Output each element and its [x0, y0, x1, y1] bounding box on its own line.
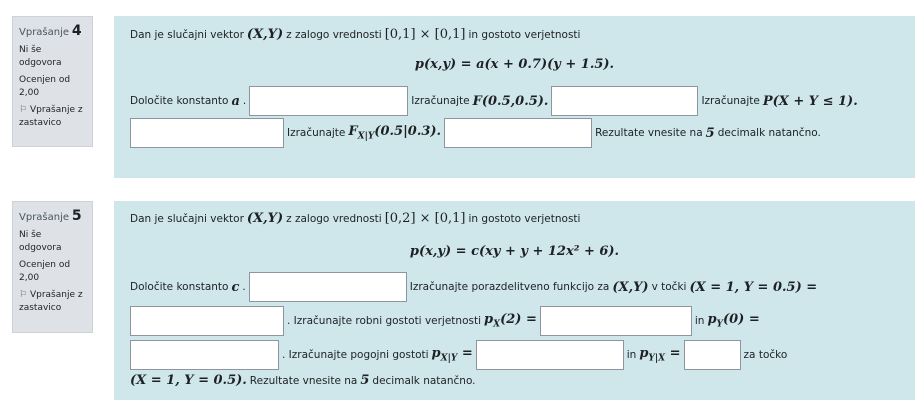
answer-P-input[interactable] — [130, 118, 284, 148]
question-text-5: Dan je slučajni vektor (X,Y) z zalogo vred… — [114, 201, 915, 400]
text: Izračunajte — [411, 95, 470, 107]
math-sub: X|Y — [440, 353, 458, 364]
answer-c-input[interactable] — [248, 272, 407, 302]
text: Izračunajte porazdelitveno funkcijo za — [409, 281, 610, 293]
text: in — [694, 315, 705, 327]
question-grade: Ocenjen od 2,00 — [19, 75, 71, 98]
question-status: Ni še odgovora — [19, 45, 62, 68]
math: = — [669, 346, 681, 362]
formula: p(x,y) = c(xy + y + 12x² + 6). — [409, 244, 620, 259]
text: . Izračunajte pogojni gostoti — [282, 349, 429, 361]
math: (0.5|0.3). — [374, 124, 442, 140]
text: in — [626, 349, 637, 361]
answer-pX-input[interactable] — [539, 306, 692, 336]
text: z zalogo vrednosti — [286, 212, 382, 225]
formula: p(x,y) = a(x + 0.7)(y + 1.5). — [414, 57, 615, 72]
text: Dan je slučajni vektor — [130, 28, 244, 41]
math-sub: Y|X — [648, 353, 666, 364]
text: z zalogo vrednosti — [286, 28, 382, 41]
math: (X = 1, Y = 0.5). — [130, 373, 247, 388]
answer-pXY-input[interactable] — [475, 340, 624, 370]
flag-question-link[interactable]: ⚐ Vprašanje z zastavico — [19, 104, 86, 130]
math: F — [348, 124, 358, 140]
text: za točko — [743, 349, 788, 361]
text: Izračunajte — [701, 95, 760, 107]
text: v točki — [651, 281, 687, 293]
answer-pYX-input[interactable] — [683, 340, 741, 370]
question-label: Vprašanje — [19, 27, 70, 38]
flag-icon: ⚐ — [19, 290, 28, 300]
math: (2) = — [500, 312, 537, 328]
question-label: Vprašanje — [19, 212, 70, 223]
answer-F-input[interactable] — [551, 86, 699, 116]
answer-a-input[interactable] — [249, 86, 409, 116]
math-sub: X|Y — [357, 131, 375, 142]
question-status: Ni še odgovora — [19, 230, 62, 253]
math: 5 — [705, 125, 715, 141]
math: = — [461, 346, 473, 362]
math: (X,Y) — [612, 279, 649, 295]
math: (X,Y) — [246, 211, 284, 226]
question-number: 4 — [71, 23, 82, 39]
answer-F-input[interactable] — [130, 306, 284, 336]
math: (X = 1, Y = 0.5) = — [689, 279, 818, 295]
math: c — [231, 279, 240, 295]
text: Izračunajte — [287, 127, 346, 139]
math: (0) = — [722, 312, 760, 328]
text: decimalk natančno. — [372, 374, 476, 387]
text: Določite konstanto — [130, 281, 229, 293]
math: FX|Y(0.5|0.3). — [348, 124, 441, 142]
math: 5 — [360, 373, 370, 388]
answer-pY-input[interactable] — [130, 340, 279, 370]
text: Rezultate vnesite na — [249, 374, 358, 387]
question-info-5: Vprašanje 5 Ni še odgovora Ocenjen od 2,… — [12, 201, 93, 333]
math: P(X + Y ≤ 1). — [762, 93, 858, 109]
text: Dan je slučajni vektor — [130, 212, 244, 225]
question-number: 5 — [71, 208, 82, 224]
math: [0,1] × [0,1] — [384, 27, 466, 42]
math: a — [231, 93, 240, 109]
math: [0,2] × [0,1] — [384, 211, 466, 226]
text: Določite konstanto — [130, 95, 229, 107]
math: p — [707, 312, 717, 328]
math: p — [484, 312, 494, 328]
flag-label: Vprašanje z zastavico — [19, 290, 83, 313]
flag-label: Vprašanje z zastavico — [19, 105, 83, 128]
text: . Izračunajte robni gostoti verjetnosti — [287, 315, 482, 327]
math: (X,Y) — [246, 27, 284, 42]
question-text-4: Dan je slučajni vektor (X,Y) z zalogo vred… — [114, 16, 915, 178]
question-grade: Ocenjen od 2,00 — [19, 260, 71, 283]
flag-icon: ⚐ — [19, 105, 28, 115]
text: decimalk natančno. — [717, 127, 821, 139]
text: in gostoto verjetnosti — [468, 28, 581, 41]
math: F(0.5,0.5). — [472, 93, 549, 109]
flag-question-link[interactable]: ⚐ Vprašanje z zastavico — [19, 289, 86, 315]
text: in gostoto verjetnosti — [468, 212, 581, 225]
text: Rezultate vnesite na — [595, 127, 703, 139]
math: p — [431, 346, 441, 362]
question-info-4: Vprašanje 4 Ni še odgovora Ocenjen od 2,… — [12, 16, 93, 147]
answer-Fcond-input[interactable] — [444, 118, 593, 148]
